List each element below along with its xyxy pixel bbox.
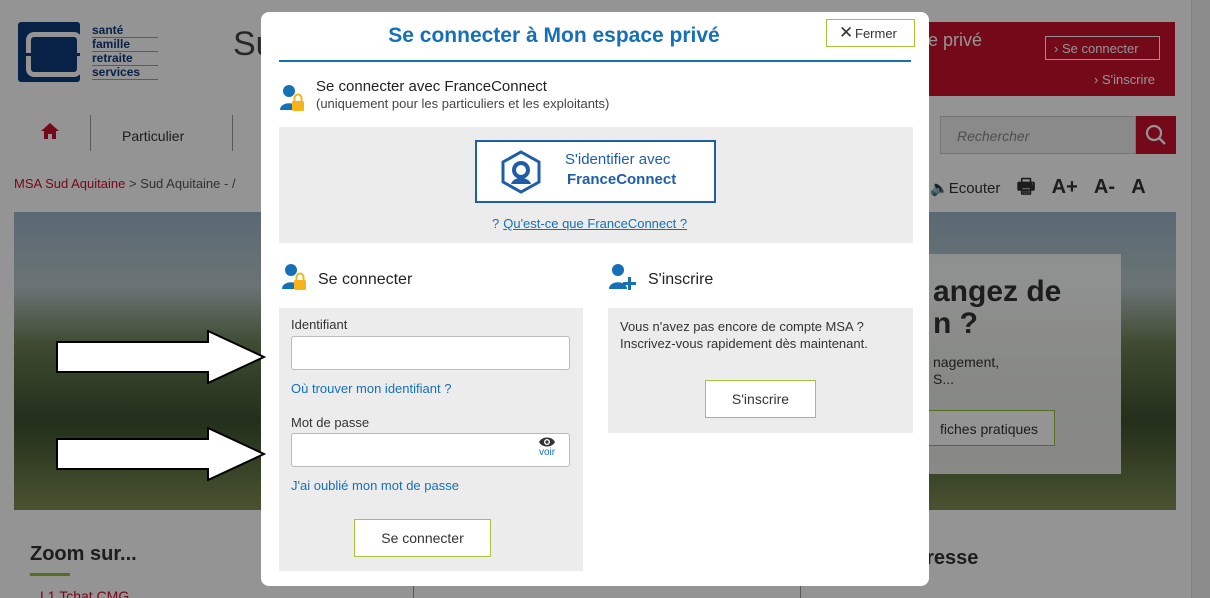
franceconnect-heading: Se connecter avec FranceConnect [316,78,547,95]
close-icon: ✕ [839,23,854,42]
user-lock-icon [282,264,306,290]
login-heading: Se connecter [318,271,413,288]
close-button[interactable]: ✕ Fermer [826,19,915,47]
arrow-annotation-password [56,427,266,481]
login-panel: Identifiant Où trouver mon identifiant ?… [279,308,583,571]
identifier-input[interactable] [291,336,570,370]
register-panel: Vous n'avez pas encore de compte MSA ? In… [608,308,913,433]
register-heading: S'inscrire [648,271,714,288]
register-button[interactable]: S'inscrire [705,380,816,418]
password-label: Mot de passe [291,415,370,430]
question-icon: ? [492,216,500,231]
franceconnect-logo-icon [501,150,541,194]
franceconnect-button[interactable]: S'identifier avec FranceConnect [475,140,716,203]
user-add-icon [609,264,636,290]
franceconnect-subheading: (uniquement pour les particuliers et les… [316,96,610,111]
modal-title: Se connecter à Mon espace privé [388,24,720,47]
arrow-annotation-identifier [56,330,266,384]
identifier-help-link[interactable]: Où trouver mon identifiant ? [291,381,451,396]
password-input[interactable] [291,433,570,467]
forgot-password-link[interactable]: J'ai oublié mon mot de passe [291,478,459,493]
login-submit-button[interactable]: Se connecter [354,519,491,557]
title-divider [279,60,911,62]
login-modal: Se connecter à Mon espace privé ✕ Fermer… [261,12,929,586]
franceconnect-info-link[interactable]: ? Qu'est-ce que FranceConnect ? [492,216,687,231]
show-password-toggle[interactable]: voir [532,436,562,464]
user-lock-icon [280,85,304,111]
identifier-label: Identifiant [291,317,348,332]
franceconnect-panel: S'identifier avec FranceConnect ? Qu'est-… [279,127,913,243]
register-text: Vous n'avez pas encore de compte MSA ? In… [620,319,868,351]
